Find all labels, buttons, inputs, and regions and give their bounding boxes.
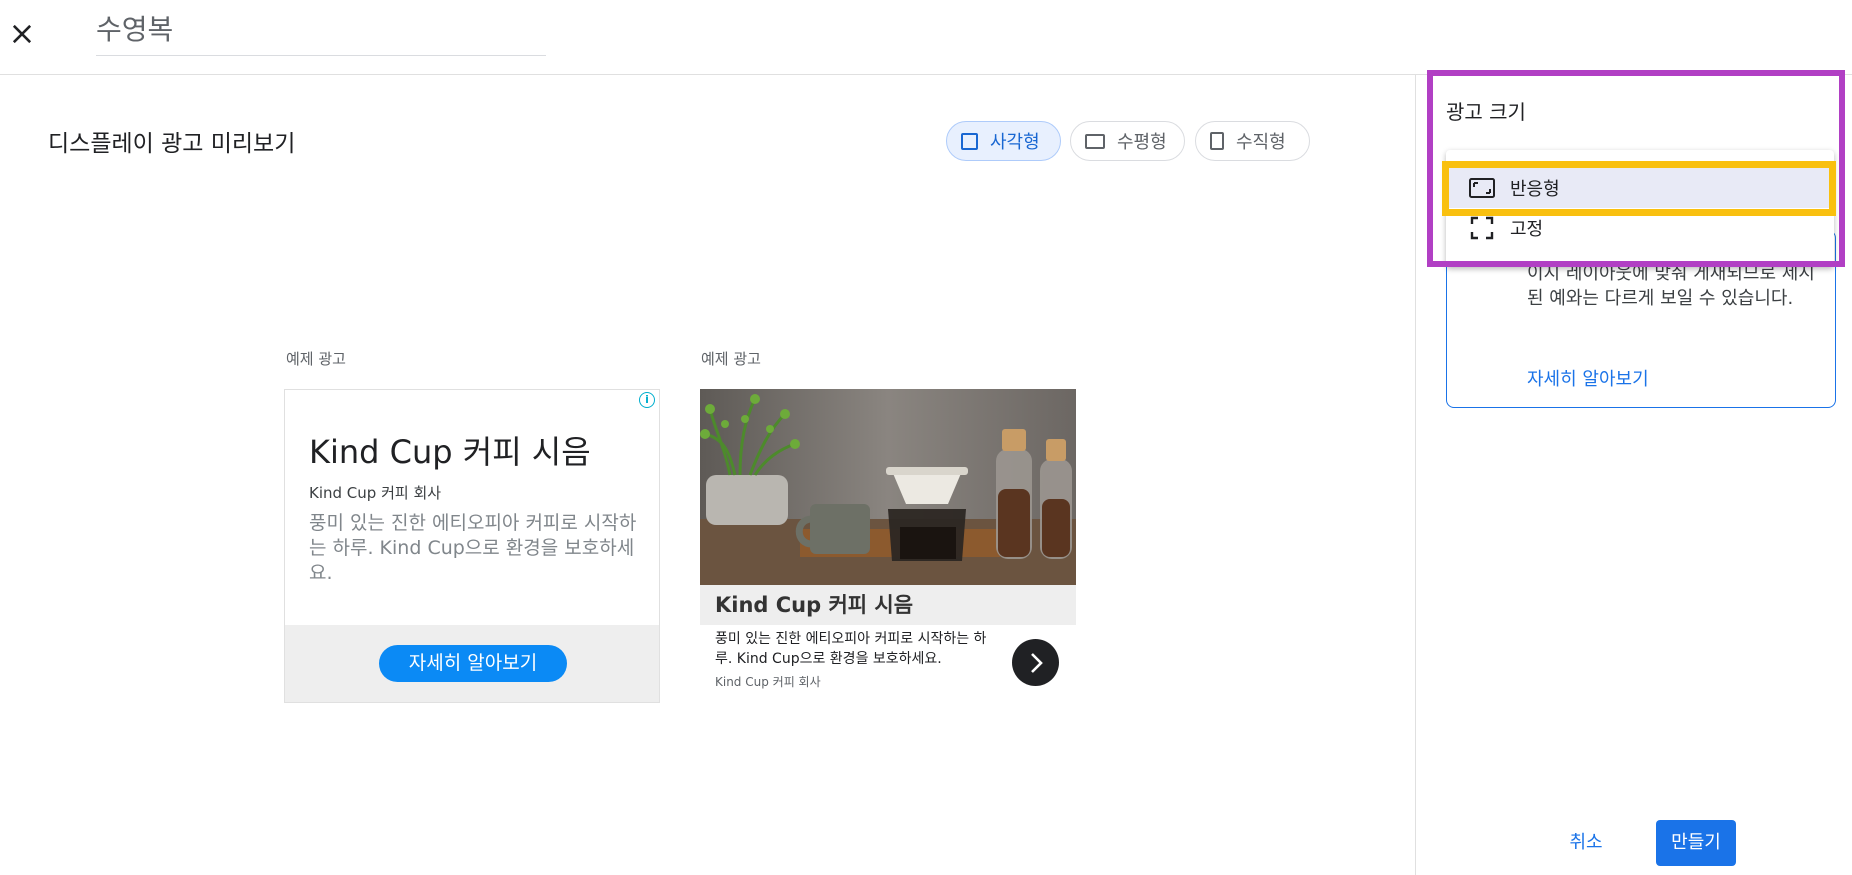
sample-ad-image[interactable]: Kind Cup 커피 시음 풍미 있는 진한 에티오피아 커피로 시작하는 하… <box>700 389 1076 704</box>
learn-more-link[interactable]: 자세히 알아보기 <box>1527 365 1649 391</box>
ad-label: 예제 광고 <box>701 350 761 368</box>
square-icon <box>961 132 978 150</box>
ad-next-button[interactable] <box>1012 639 1059 686</box>
campaign-name-value: 수영복 <box>96 13 174 46</box>
ad-label: 예제 광고 <box>286 350 346 368</box>
panel-divider <box>1415 75 1416 875</box>
ad-business-name: Kind Cup 커피 회사 <box>715 675 821 689</box>
create-button[interactable]: 만들기 <box>1656 820 1736 866</box>
close-button[interactable] <box>8 16 36 52</box>
ad-headline-strip: Kind Cup 커피 시음 <box>700 585 1076 625</box>
shape-toggle-label: 수직형 <box>1236 132 1286 153</box>
sample-ad-square[interactable]: i Kind Cup 커피 시음 Kind Cup 커피 회사 풍미 있는 진한… <box>284 389 660 703</box>
fixed-size-icon <box>1470 216 1494 240</box>
responsive-size-icon <box>1469 178 1495 198</box>
coffee-scene-image <box>700 389 1076 585</box>
ad-headline: Kind Cup 커피 시음 <box>309 433 591 471</box>
cancel-button[interactable]: 취소 <box>1550 820 1622 866</box>
campaign-name-field[interactable]: 수영복 <box>96 0 546 56</box>
dropdown-option-label: 반응형 <box>1510 179 1560 200</box>
ad-business-name: Kind Cup 커피 회사 <box>309 484 442 502</box>
shape-toggle-label: 사각형 <box>990 132 1040 153</box>
ad-size-dropdown-menu: 반응형 고정 <box>1446 150 1834 267</box>
dropdown-option-fixed[interactable]: 고정 <box>1446 208 1834 248</box>
ad-image <box>700 389 1076 585</box>
shape-toggle-square[interactable]: 사각형 <box>946 121 1061 161</box>
ad-footer: 자세히 알아보기 <box>285 625 659 702</box>
dropdown-option-responsive[interactable]: 반응형 <box>1446 168 1834 208</box>
close-icon <box>12 24 32 44</box>
info-card-text: 이지 레이아웃에 맞춰 게재되므로 제시된 예와는 다르게 보일 수 있습니다. <box>1527 263 1815 309</box>
shape-toggle-portrait[interactable]: 수직형 <box>1195 121 1310 161</box>
dropdown-option-label: 고정 <box>1510 219 1544 240</box>
preview-title: 디스플레이 광고 미리보기 <box>48 131 296 157</box>
portrait-icon <box>1210 132 1224 150</box>
ad-description: 풍미 있는 진한 에티오피아 커피로 시작하는 하루. Kind Cup으로 환… <box>309 512 637 584</box>
shape-toggle-label: 수평형 <box>1117 132 1167 153</box>
ad-info-icon[interactable]: i <box>639 392 655 408</box>
ad-size-label: 광고 크기 <box>1446 100 1526 124</box>
ad-cta-button[interactable]: 자세히 알아보기 <box>379 645 567 682</box>
ad-headline: Kind Cup 커피 시음 <box>715 593 914 617</box>
ad-description: 풍미 있는 진한 에티오피아 커피로 시작하는 하루. Kind Cup으로 환… <box>715 631 987 667</box>
landscape-icon <box>1085 133 1105 149</box>
shape-toggle-landscape[interactable]: 수평형 <box>1070 121 1185 161</box>
top-bar: 수영복 <box>0 0 1852 75</box>
chevron-right-icon <box>1031 653 1043 673</box>
